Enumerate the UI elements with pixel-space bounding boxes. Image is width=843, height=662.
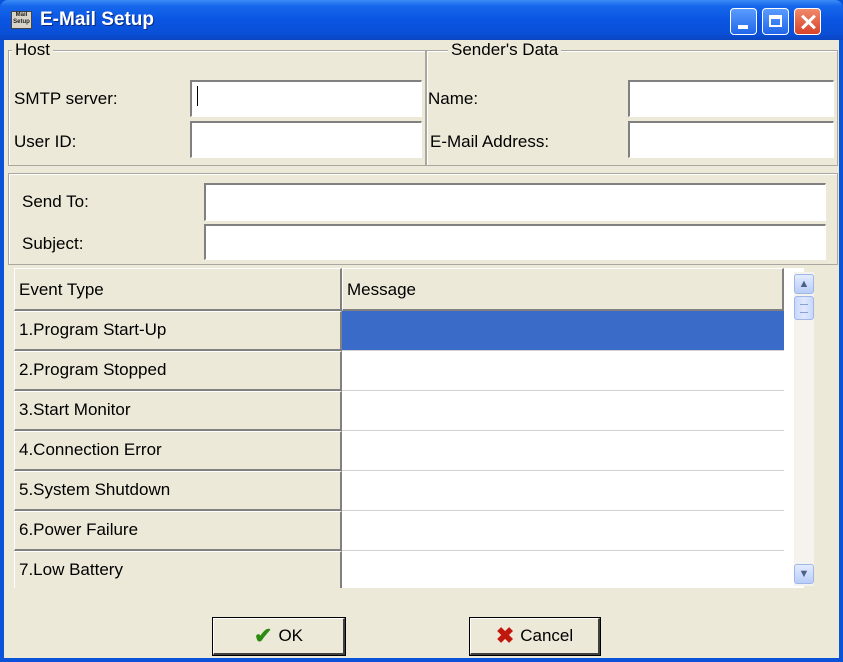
message-cell[interactable] — [342, 551, 784, 588]
smtp-server-label: SMTP server: — [14, 89, 118, 108]
table-row[interactable]: 2.Program Stopped — [14, 351, 342, 391]
message-cell-selected[interactable] — [342, 311, 784, 351]
table-row[interactable]: 3.Start Monitor — [14, 391, 342, 431]
message-cell[interactable] — [342, 391, 784, 431]
scroll-down-button[interactable]: ▼ — [794, 564, 814, 584]
message-cell[interactable] — [342, 511, 784, 551]
mail-setup-icon: Mail Setup — [11, 11, 32, 29]
cancel-button[interactable]: ✖ Cancel — [469, 617, 601, 656]
ok-button[interactable]: ✔ OK — [212, 617, 346, 656]
user-id-input[interactable] — [190, 121, 422, 158]
close-button[interactable] — [794, 8, 821, 35]
senders-data-legend: Sender's Data — [448, 40, 562, 60]
smtp-server-input[interactable] — [190, 80, 422, 117]
sender-email-input[interactable] — [628, 121, 834, 158]
title-bar[interactable]: Mail Setup E-Mail Setup — [0, 0, 843, 40]
column-header-event-type[interactable]: Event Type — [14, 268, 342, 311]
table-row[interactable]: 7.Low Battery — [14, 551, 342, 588]
x-icon: ✖ — [495, 623, 515, 648]
dialog-client-area: Host SMTP server: User ID: Sender's Data… — [4, 40, 839, 658]
window-title: E-Mail Setup — [40, 9, 155, 30]
sender-name-input[interactable] — [628, 80, 834, 117]
send-to-input[interactable] — [204, 183, 826, 221]
text-caret — [197, 86, 198, 106]
minimize-button[interactable] — [730, 8, 757, 35]
ok-label: OK — [278, 626, 303, 645]
message-cell[interactable] — [342, 351, 784, 391]
cancel-label: Cancel — [520, 626, 574, 645]
chevron-up-icon: ▲ — [798, 278, 810, 290]
table-row[interactable]: 5.System Shutdown — [14, 471, 342, 511]
subject-label: Subject: — [22, 234, 84, 253]
email-address-label: E-Mail Address: — [430, 132, 550, 151]
event-message-grid[interactable]: Event Type Message 1.Program Start-Up 2.… — [14, 268, 804, 588]
table-row[interactable]: 6.Power Failure — [14, 511, 342, 551]
message-cell[interactable] — [342, 471, 784, 511]
name-label: Name: — [428, 89, 479, 108]
column-header-message[interactable]: Message — [342, 268, 784, 311]
table-row[interactable]: 4.Connection Error — [14, 431, 342, 471]
vertical-scrollbar[interactable]: ▲ ▼ — [794, 272, 814, 586]
host-legend: Host — [12, 40, 53, 60]
send-to-label: Send To: — [22, 192, 89, 211]
maximize-button[interactable] — [762, 8, 789, 35]
email-setup-window: Mail Setup E-Mail Setup Host SMTP server… — [0, 0, 843, 662]
user-id-label: User ID: — [14, 132, 77, 151]
scroll-up-button[interactable]: ▲ — [794, 274, 814, 294]
table-row[interactable]: 1.Program Start-Up — [14, 311, 342, 351]
scroll-thumb[interactable] — [794, 296, 814, 320]
chevron-down-icon: ▼ — [798, 568, 810, 580]
message-cell[interactable] — [342, 431, 784, 471]
checkmark-icon: ✔ — [254, 623, 273, 648]
subject-input[interactable] — [204, 224, 826, 260]
